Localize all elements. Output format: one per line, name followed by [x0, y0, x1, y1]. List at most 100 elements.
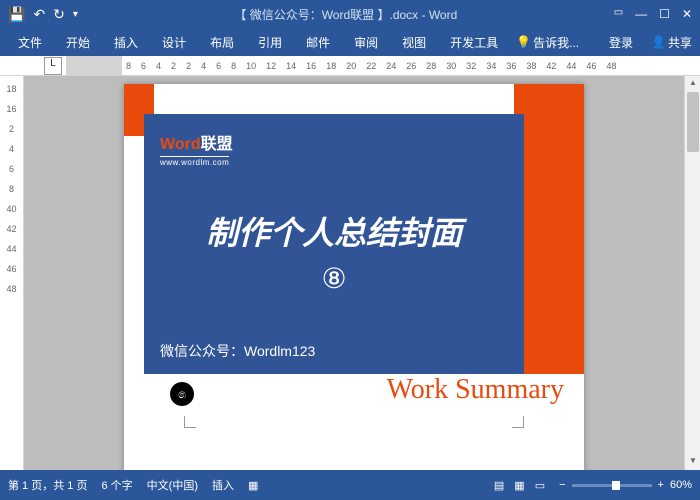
- crop-mark-right: [512, 416, 524, 428]
- tab-design[interactable]: 设计: [152, 30, 196, 55]
- print-layout-icon[interactable]: ▦: [514, 479, 524, 492]
- ruler-tick: 6: [9, 164, 14, 174]
- lightbulb-icon: 💡: [516, 35, 531, 49]
- scroll-thumb[interactable]: [687, 92, 699, 152]
- login-link[interactable]: 登录: [599, 30, 643, 55]
- window-title: 【 微信公众号：Word联盟 】.docx - Word: [78, 6, 614, 23]
- ruler-tick: 20: [346, 61, 356, 71]
- word-count[interactable]: 6 个字: [101, 477, 132, 493]
- language[interactable]: 中文(中国): [147, 477, 198, 493]
- ruler-tick: 2: [171, 61, 176, 71]
- tab-home[interactable]: 开始: [56, 30, 100, 55]
- ribbon-options-icon[interactable]: ▭: [614, 7, 623, 21]
- document-canvas[interactable]: Word联盟 www.wordlm.com 制作个人总结封面 ⑧ 微信公众号：W…: [24, 76, 684, 470]
- page: Word联盟 www.wordlm.com 制作个人总结封面 ⑧ 微信公众号：W…: [124, 84, 584, 470]
- zoom-slider[interactable]: [572, 484, 652, 487]
- tab-selector[interactable]: L: [44, 57, 62, 75]
- ruler-tick: 44: [6, 244, 16, 254]
- ruler-tick: 8: [231, 61, 236, 71]
- cover-card: Word联盟 www.wordlm.com 制作个人总结封面 ⑧ 微信公众号：W…: [144, 114, 524, 374]
- ruler-tick: 28: [426, 61, 436, 71]
- vertical-scrollbar[interactable]: ▲ ▼: [684, 76, 700, 470]
- tab-review[interactable]: 审阅: [344, 30, 388, 55]
- ruler-tick: 44: [566, 61, 576, 71]
- ruler-tick: 16: [6, 104, 16, 114]
- redo-icon[interactable]: ↻: [53, 6, 65, 23]
- ruler-tick: 4: [9, 144, 14, 154]
- edit-area: 181624684042444648 Word联盟 www.wordlm.com…: [0, 76, 700, 470]
- tab-mail[interactable]: 邮件: [296, 30, 340, 55]
- insert-mode[interactable]: 插入: [212, 477, 234, 493]
- scroll-up-icon[interactable]: ▲: [687, 78, 699, 90]
- ruler-tick: 48: [6, 284, 16, 294]
- page-count[interactable]: 第 1 页，共 1 页: [8, 477, 87, 493]
- logo-subtitle: www.wordlm.com: [160, 156, 229, 167]
- tab-file[interactable]: 文件: [8, 30, 52, 55]
- scroll-down-icon[interactable]: ▼: [687, 456, 699, 468]
- ruler-tick: 4: [201, 61, 206, 71]
- status-bar: 第 1 页，共 1 页 6 个字 中文(中国) 插入 ▦ ▤ ▦ ▭ − + 6…: [0, 470, 700, 500]
- save-icon[interactable]: 💾: [8, 6, 25, 23]
- ruler-tick: 2: [9, 124, 14, 134]
- ruler-tick: 8: [126, 61, 131, 71]
- ruler-tick: 26: [406, 61, 416, 71]
- wechat-icon: ෧: [170, 382, 194, 406]
- ruler-tick: 6: [216, 61, 221, 71]
- crop-mark-left: [184, 416, 196, 428]
- quick-access-toolbar: 💾 ↶ ↻ ▾: [8, 6, 78, 23]
- cover-number: ⑧: [160, 262, 508, 295]
- ruler-tick: 42: [546, 61, 556, 71]
- tell-me[interactable]: 💡告诉我...: [516, 34, 579, 51]
- vertical-ruler[interactable]: 181624684042444648: [0, 76, 24, 470]
- wechat-text: 微信公众号：Wordlm123: [160, 341, 508, 361]
- read-mode-icon[interactable]: ▤: [494, 479, 504, 492]
- horizontal-ruler[interactable]: L 86422468101214161820222426283032343638…: [0, 56, 700, 76]
- cover-title: 制作个人总结封面: [160, 208, 508, 254]
- ruler-tick: 18: [326, 61, 336, 71]
- minimize-icon[interactable]: —: [635, 7, 647, 21]
- macro-icon[interactable]: ▦: [248, 479, 258, 492]
- ruler-tick: 6: [141, 61, 146, 71]
- ruler-tick: 32: [466, 61, 476, 71]
- undo-icon[interactable]: ↶: [33, 6, 45, 23]
- ruler-tick: 8: [9, 184, 14, 194]
- ruler-tick: 38: [526, 61, 536, 71]
- share-icon: 👤: [651, 35, 666, 49]
- ribbon-tabs: 文件 开始 插入 设计 布局 引用 邮件 审阅 视图 开发工具 💡告诉我... …: [0, 28, 700, 56]
- ruler-tick: 36: [506, 61, 516, 71]
- ruler-tick: 10: [246, 61, 256, 71]
- orange-shape-right: [514, 84, 584, 374]
- ruler-tick: 30: [446, 61, 456, 71]
- zoom-control: − + 60%: [559, 479, 692, 491]
- ruler-tick: 46: [586, 61, 596, 71]
- share-button[interactable]: 👤共享: [651, 34, 692, 51]
- maximize-icon[interactable]: ☐: [659, 7, 670, 21]
- ruler-tick: 22: [366, 61, 376, 71]
- zoom-out-icon[interactable]: −: [559, 479, 565, 491]
- ruler-tick: 40: [6, 204, 16, 214]
- ruler-tick: 16: [306, 61, 316, 71]
- zoom-level[interactable]: 60%: [670, 479, 692, 491]
- ruler-tick: 46: [6, 264, 16, 274]
- tab-references[interactable]: 引用: [248, 30, 292, 55]
- tab-layout[interactable]: 布局: [200, 30, 244, 55]
- ruler-tick: 18: [6, 84, 16, 94]
- web-layout-icon[interactable]: ▭: [535, 479, 545, 492]
- work-summary-text: Work Summary: [387, 374, 564, 406]
- ruler-tick: 24: [386, 61, 396, 71]
- ruler-tick: 34: [486, 61, 496, 71]
- view-buttons: ▤ ▦ ▭: [494, 479, 545, 492]
- tab-view[interactable]: 视图: [392, 30, 436, 55]
- ruler-tick: 2: [186, 61, 191, 71]
- tab-developer[interactable]: 开发工具: [440, 30, 508, 55]
- ruler-tick: 42: [6, 224, 16, 234]
- zoom-in-icon[interactable]: +: [658, 479, 664, 491]
- window-controls: ▭ — ☐ ✕: [614, 7, 692, 21]
- tab-insert[interactable]: 插入: [104, 30, 148, 55]
- ruler-tick: 4: [156, 61, 161, 71]
- title-bar: 💾 ↶ ↻ ▾ 【 微信公众号：Word联盟 】.docx - Word ▭ —…: [0, 0, 700, 28]
- logo: Word联盟: [160, 130, 508, 154]
- ruler-tick: 12: [266, 61, 276, 71]
- close-icon[interactable]: ✕: [682, 7, 692, 21]
- ruler-tick: 48: [606, 61, 616, 71]
